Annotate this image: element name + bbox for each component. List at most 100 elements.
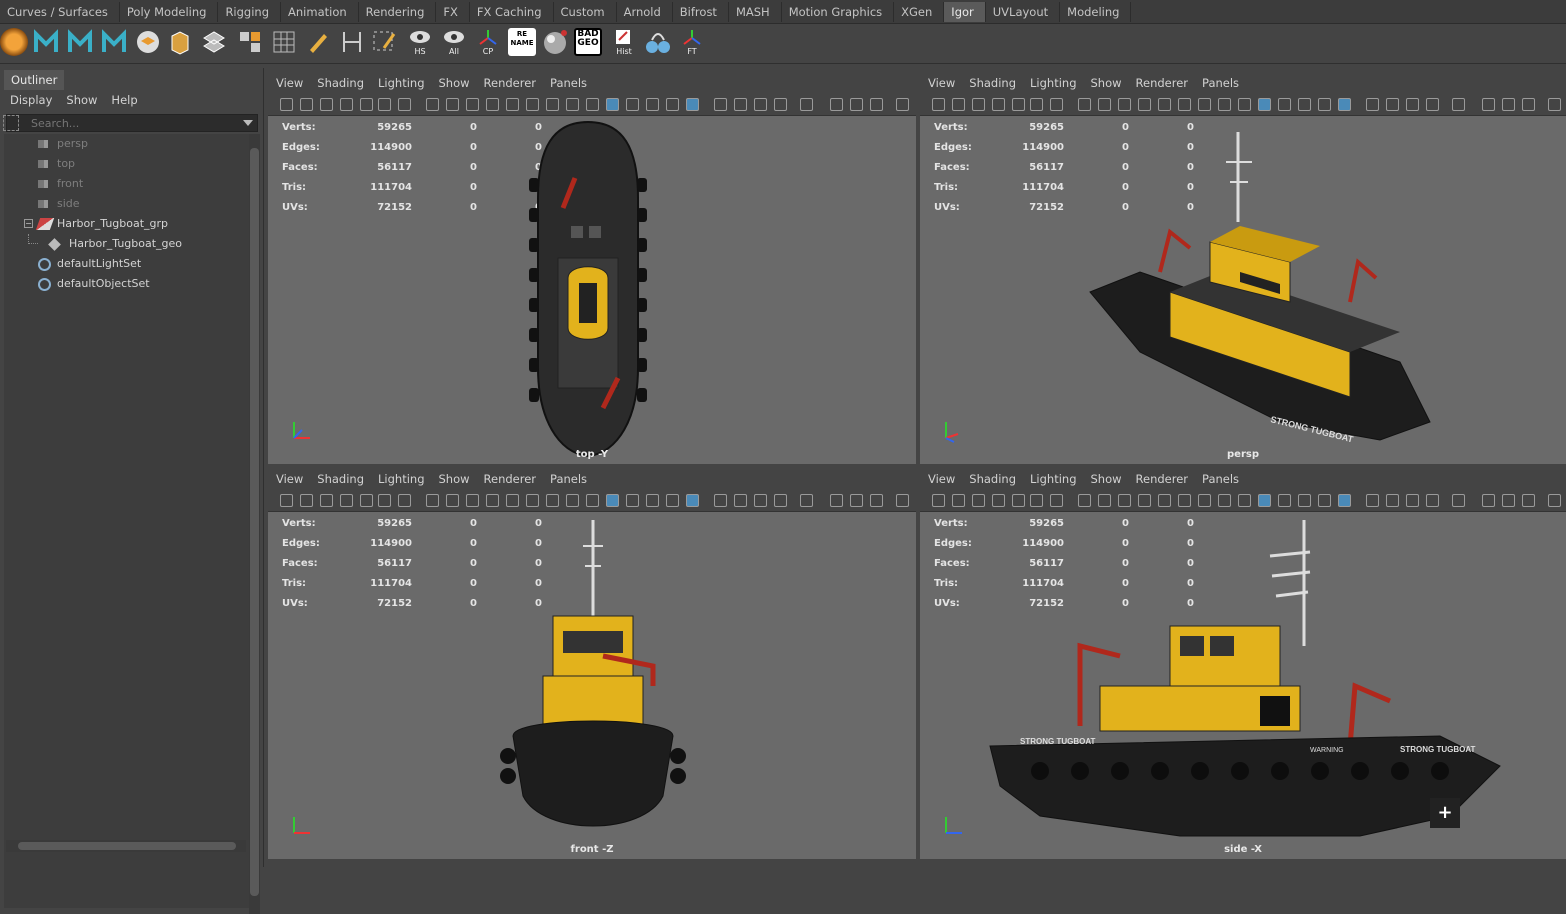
expand-toggle-icon[interactable]: − — [24, 219, 33, 228]
viewport-tool-button-icon[interactable] — [896, 494, 909, 507]
viewport-tool-button-icon[interactable] — [870, 98, 883, 111]
viewport-tool-button-icon[interactable] — [1522, 494, 1535, 507]
viewport-tool-button-icon[interactable] — [360, 494, 373, 507]
outliner-item[interactable]: defaultObjectSet — [4, 274, 250, 294]
viewport-tool-button-icon[interactable] — [850, 98, 863, 111]
shelf-tab-fx[interactable]: FX — [436, 1, 470, 22]
maya-m-icon-3[interactable] — [100, 28, 128, 56]
viewport-tool-button-icon[interactable] — [586, 494, 599, 507]
viewport-tool-button-icon[interactable] — [734, 494, 747, 507]
viewport-canvas[interactable]: Verts: 59265 0 0 Edges: 114900 0 0 Faces: 56117 0 0… — [268, 116, 916, 464]
viewport-tool-button-icon[interactable] — [754, 98, 767, 111]
viewport-tool-button-icon[interactable] — [830, 494, 843, 507]
viewport-tool-button-icon[interactable] — [398, 98, 411, 111]
shelf-tab-xgen[interactable]: XGen — [894, 1, 945, 22]
search-filter-icon[interactable] — [3, 115, 19, 131]
viewport-menu-view[interactable]: View — [928, 468, 955, 490]
viewport-tool-button-icon[interactable] — [340, 98, 353, 111]
viewport-tool-button-icon[interactable] — [1078, 98, 1091, 111]
viewport-tool-button-icon[interactable] — [1138, 494, 1151, 507]
viewport-tool-button-icon[interactable] — [566, 494, 579, 507]
viewport-tool-button-icon[interactable] — [686, 98, 699, 111]
shelf-tab-fx-caching[interactable]: FX Caching — [470, 1, 554, 22]
viewport-tool-button-icon[interactable] — [378, 494, 391, 507]
viewport-tool-button-icon[interactable] — [972, 494, 985, 507]
viewport-menu-shading[interactable]: Shading — [317, 468, 364, 490]
outliner-scrollbar[interactable] — [249, 134, 260, 914]
viewport-tool-button-icon[interactable] — [546, 494, 559, 507]
viewport-tool-button-icon[interactable] — [1366, 494, 1379, 507]
viewport-tool-button-icon[interactable] — [1426, 494, 1439, 507]
viewport-tool-button-icon[interactable] — [378, 98, 391, 111]
viewport-tool-button-icon[interactable] — [992, 98, 1005, 111]
viewport-tool-button-icon[interactable] — [1158, 494, 1171, 507]
viewport-tool-button-icon[interactable] — [1502, 494, 1515, 507]
viewport-tool-button-icon[interactable] — [320, 494, 333, 507]
outliner-hscrollbar[interactable] — [6, 840, 246, 852]
viewport-tool-button-icon[interactable] — [626, 494, 639, 507]
viewport-menu-renderer[interactable]: Renderer — [484, 468, 537, 490]
outliner-search-input[interactable] — [31, 116, 231, 130]
viewport-tool-button-icon[interactable] — [1012, 494, 1025, 507]
viewport-tool-button-icon[interactable] — [870, 494, 883, 507]
viewport-tool-button-icon[interactable] — [1050, 494, 1063, 507]
viewport-tool-button-icon[interactable] — [1426, 98, 1439, 111]
viewport-tool-button-icon[interactable] — [1278, 494, 1291, 507]
outliner-menu-display[interactable]: Display — [10, 90, 52, 110]
viewport-menu-panels[interactable]: Panels — [1202, 72, 1239, 94]
viewport-tool-button-icon[interactable] — [1098, 494, 1111, 507]
cp-pivot-icon[interactable]: CP — [474, 28, 502, 56]
viewport-tool-button-icon[interactable] — [1258, 98, 1271, 111]
viewport-menu-lighting[interactable]: Lighting — [378, 468, 424, 490]
viewport-menu-view[interactable]: View — [276, 72, 303, 94]
viewport-tool-button-icon[interactable] — [1118, 98, 1131, 111]
outliner-item[interactable]: persp — [4, 134, 250, 154]
viewport-tool-button-icon[interactable] — [754, 494, 767, 507]
viewport-tool-button-icon[interactable] — [1238, 98, 1251, 111]
viewport-tool-button-icon[interactable] — [1030, 98, 1043, 111]
viewport-menu-show[interactable]: Show — [439, 72, 470, 94]
outliner-menu-show[interactable]: Show — [66, 90, 97, 110]
maya-m-icon-2[interactable] — [66, 28, 94, 56]
viewport-canvas[interactable]: Verts: 59265 0 0 Edges: 114900 0 0 Faces: 56117 0 0… — [920, 512, 1566, 859]
viewport-tool-button-icon[interactable] — [1318, 494, 1331, 507]
add-icon[interactable]: + — [1430, 798, 1460, 828]
hs-eye-icon[interactable]: HS — [406, 28, 434, 56]
poly-tool-icon[interactable] — [0, 28, 28, 56]
viewport-tool-button-icon[interactable] — [932, 98, 945, 111]
viewport-tool-button-icon[interactable] — [646, 98, 659, 111]
viewport-tool-button-icon[interactable] — [1406, 98, 1419, 111]
search-dropdown-icon[interactable] — [243, 120, 253, 126]
viewport-tool-button-icon[interactable] — [1012, 98, 1025, 111]
viewport-tool-button-icon[interactable] — [686, 494, 699, 507]
viewport-tool-button-icon[interactable] — [1386, 494, 1399, 507]
viewport-tool-button-icon[interactable] — [1522, 98, 1535, 111]
grid-split-icon[interactable] — [236, 28, 264, 56]
outliner-item[interactable]: side — [4, 194, 250, 214]
shelf-tab-animation[interactable]: Animation — [281, 1, 359, 22]
viewport-tool-button-icon[interactable] — [1482, 98, 1495, 111]
viewport-tool-button-icon[interactable] — [1178, 98, 1191, 111]
viewport-tool-button-icon[interactable] — [1338, 98, 1351, 111]
viewport-tool-button-icon[interactable] — [714, 98, 727, 111]
viewport-tool-button-icon[interactable] — [1298, 98, 1311, 111]
viewport-tool-button-icon[interactable] — [1548, 494, 1561, 507]
viewport-tool-button-icon[interactable] — [932, 494, 945, 507]
viewport-tool-button-icon[interactable] — [896, 98, 909, 111]
viewport-menu-view[interactable]: View — [276, 468, 303, 490]
rename-icon[interactable]: RE NAME — [508, 28, 536, 56]
shelf-tab-custom[interactable]: Custom — [554, 1, 617, 22]
shelf-tab-curves-surfaces[interactable]: Curves / Surfaces — [0, 1, 120, 22]
viewport-tool-button-icon[interactable] — [952, 98, 965, 111]
shelf-tab-rigging[interactable]: Rigging — [218, 1, 282, 22]
shelf-tab-rendering[interactable]: Rendering — [359, 1, 437, 22]
viewport-menu-renderer[interactable]: Renderer — [484, 72, 537, 94]
viewport-tool-button-icon[interactable] — [1178, 494, 1191, 507]
viewport-tool-button-icon[interactable] — [300, 98, 313, 111]
viewport-tool-button-icon[interactable] — [992, 494, 1005, 507]
viewport-menu-panels[interactable]: Panels — [550, 468, 587, 490]
viewport-canvas[interactable]: Verts: 59265 0 0 Edges: 114900 0 0 Faces: 56117 0 0… — [920, 116, 1566, 464]
pen-icon[interactable] — [304, 28, 332, 56]
viewport-menu-shading[interactable]: Shading — [969, 72, 1016, 94]
viewport-tool-button-icon[interactable] — [666, 494, 679, 507]
